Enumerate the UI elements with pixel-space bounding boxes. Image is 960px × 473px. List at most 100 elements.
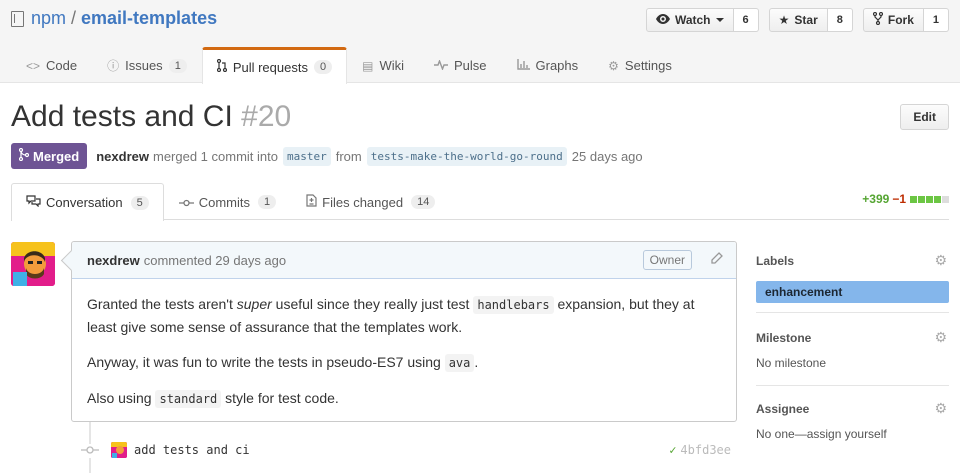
repo-header: npm / email-templates Watch 6 ★ Star 8 F…: [0, 0, 960, 84]
git-pull-request-icon: [216, 58, 227, 75]
merged-state-label: Merged: [33, 148, 80, 164]
repo-actions: Watch 6 ★ Star 8 Fork 1: [636, 8, 949, 32]
assignee-gear-icon[interactable]: ⚙: [934, 400, 947, 417]
diffstat-block: [934, 195, 941, 203]
comment-text: Anyway, it was fun to write the tests in…: [87, 354, 445, 370]
comment-text: Granted the tests aren't: [87, 296, 237, 312]
star-button[interactable]: ★ Star: [768, 8, 828, 32]
fork-icon: [872, 11, 883, 28]
pr-title-text: Add tests and CI: [11, 100, 233, 133]
issue-opened-icon: ⓘ: [107, 59, 120, 73]
nav-graphs[interactable]: Graphs: [502, 47, 594, 83]
git-commit-icon: [81, 444, 99, 458]
nav-pulls-count: 0: [313, 60, 333, 74]
nav-pulse[interactable]: Pulse: [419, 47, 502, 83]
comment-timestamp[interactable]: commented 29 days ago: [144, 253, 286, 268]
star-icon: ★: [778, 13, 790, 27]
comment-author-link[interactable]: nexdrew: [87, 253, 140, 268]
pr-author-link[interactable]: nexdrew: [96, 149, 149, 164]
nav-wiki-label: Wiki: [379, 58, 404, 73]
tab-files-label: Files changed: [322, 194, 404, 210]
tab-conversation-label: Conversation: [46, 195, 123, 210]
repo-owner-link[interactable]: npm: [31, 8, 66, 29]
nav-pull-requests[interactable]: Pull requests 0: [201, 47, 348, 84]
assignee-value[interactable]: No one—assign yourself: [756, 427, 949, 441]
milestone-heading: Milestone: [756, 331, 812, 345]
tab-files-changed[interactable]: Files changed 14: [291, 183, 450, 220]
diffstat-block: [926, 195, 933, 203]
pr-from-text: from: [335, 148, 362, 164]
label-enhancement[interactable]: enhancement: [756, 281, 949, 303]
comment-header: nexdrew commented 29 days ago Owner: [72, 242, 736, 279]
fork-group: Fork 1: [862, 8, 949, 32]
git-merge-icon: [18, 147, 30, 164]
pencil-icon[interactable]: [710, 252, 723, 268]
diffstat-additions: +399: [862, 192, 890, 206]
comment-emphasis: super: [236, 296, 272, 312]
comment-discussion-icon: [26, 195, 41, 210]
comment-body: Granted the tests aren't super useful si…: [72, 279, 736, 437]
nav-settings-label: Settings: [624, 58, 672, 73]
tab-commits[interactable]: Commits 1: [164, 183, 291, 220]
labels-gear-icon[interactable]: ⚙: [934, 252, 947, 269]
file-diff-icon: [306, 194, 317, 210]
code-icon: <>: [26, 58, 41, 73]
diffstat-block: [942, 195, 949, 203]
comment-paragraph: Also using standard style for test code.: [87, 387, 721, 410]
star-count[interactable]: 8: [827, 8, 853, 32]
pr-number: #20: [241, 100, 292, 133]
tab-conversation[interactable]: Conversation 5: [11, 183, 164, 221]
watch-group: Watch 6: [645, 8, 759, 32]
nav-settings[interactable]: ⚙ Settings: [593, 47, 687, 83]
check-icon[interactable]: ✓: [669, 443, 676, 457]
pulse-icon: [433, 58, 448, 73]
book-icon: ▤: [362, 58, 374, 73]
watch-count[interactable]: 6: [733, 8, 759, 32]
repo-separator: /: [71, 8, 77, 28]
commit-author-avatar[interactable]: [111, 442, 127, 458]
head-branch[interactable]: tests-make-the-world-go-round: [366, 146, 567, 166]
watch-label: Watch: [674, 13, 711, 27]
fork-button[interactable]: Fork: [862, 8, 924, 32]
tab-conversation-count: 5: [130, 195, 149, 210]
inline-code: standard: [155, 390, 222, 408]
discussion-sidebar: Labels ⚙ enhancement Milestone ⚙ No mile…: [756, 240, 949, 446]
comment-box: nexdrew commented 29 days ago Owner Gran…: [71, 241, 737, 422]
graph-icon: [516, 58, 530, 73]
base-branch[interactable]: master: [282, 146, 331, 166]
milestone-gear-icon[interactable]: ⚙: [934, 329, 947, 346]
labels-heading: Labels: [756, 254, 795, 268]
milestone-value: No milestone: [756, 356, 827, 370]
nav-issues[interactable]: ⓘ Issues 1: [92, 47, 202, 83]
diffstat-block: [910, 195, 917, 203]
nav-code[interactable]: <> Code: [11, 47, 92, 83]
tab-files-count: 14: [411, 195, 436, 209]
nav-wiki[interactable]: ▤ Wiki: [347, 47, 419, 83]
comment-text: Also using: [87, 390, 156, 406]
diffstat: +399 −1: [862, 192, 949, 206]
diffstat-deletions: −1: [892, 192, 906, 206]
inline-code: handlebars: [473, 296, 554, 314]
repo-name-link[interactable]: email-templates: [81, 8, 217, 29]
nav-issues-label: Issues: [125, 58, 163, 73]
commit-sha[interactable]: ✓ 4bfd3ee: [669, 443, 731, 457]
pr-meta: Merged nexdrew merged 1 commit into mast…: [11, 143, 643, 169]
tab-commits-label: Commits: [198, 194, 251, 210]
commit-sha-text: 4bfd3ee: [680, 443, 731, 457]
nav-pulls-label: Pull requests: [232, 59, 308, 75]
milestone-section: Milestone ⚙ No milestone: [756, 313, 949, 386]
watch-button[interactable]: Watch: [645, 8, 734, 32]
diffstat-blocks: [909, 195, 949, 203]
fork-count[interactable]: 1: [923, 8, 949, 32]
owner-badge: Owner: [642, 250, 692, 270]
fork-label: Fork: [887, 13, 914, 27]
commit-message-link[interactable]: add tests and ci: [134, 443, 250, 457]
comment-text: .: [474, 354, 479, 370]
pr-title: Add tests and CI #20: [11, 100, 291, 134]
merged-state-badge: Merged: [11, 143, 88, 169]
edit-button[interactable]: Edit: [900, 104, 949, 130]
avatar[interactable]: [11, 242, 55, 286]
star-group: ★ Star 8: [768, 8, 853, 32]
repo-nav: <> Code ⓘ Issues 1 Pull requests 0 ▤ Wik…: [11, 47, 687, 84]
pr-merged-text: merged 1 commit into: [152, 148, 278, 164]
